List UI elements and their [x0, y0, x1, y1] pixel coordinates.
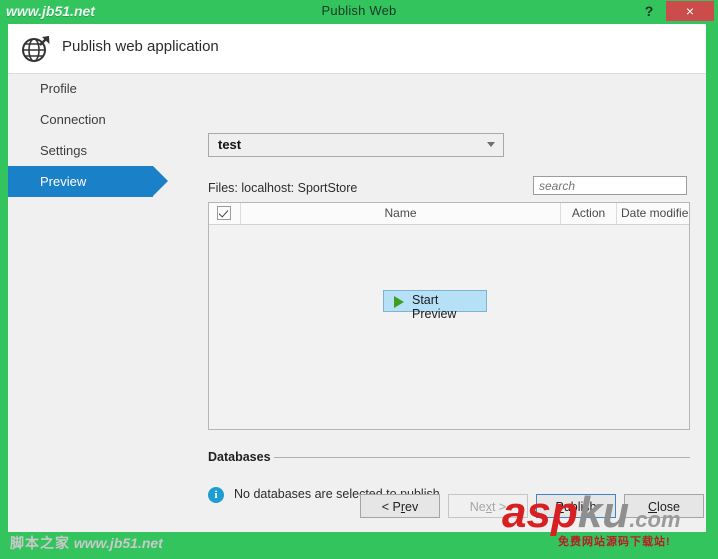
watermark-bottom-left: 脚本之家 www.jb51.net	[10, 533, 163, 553]
search-input[interactable]	[533, 176, 687, 195]
sidebar-item-profile[interactable]: Profile	[8, 73, 194, 104]
prev-button-label: < P	[381, 500, 401, 514]
sidebar-item-preview[interactable]: Preview	[8, 166, 168, 197]
publish-button-accel: P	[555, 500, 564, 514]
files-label: Files: localhost: SportStore	[208, 181, 358, 195]
publish-web-dialog: Publish web application Profile Connecti…	[8, 24, 706, 532]
file-list-column-checkbox	[209, 203, 241, 224]
publish-button[interactable]: Publish	[536, 494, 616, 518]
prev-button[interactable]: < Prev	[360, 494, 440, 518]
chevron-down-icon	[487, 142, 495, 147]
sidebar-item-label: Settings	[40, 143, 87, 158]
file-list-panel: Name Action Date modifie Start Preview	[208, 202, 690, 430]
close-window-button[interactable]: ×	[666, 1, 714, 21]
sidebar-item-settings[interactable]: Settings	[8, 135, 194, 166]
databases-section-title: Databases	[208, 450, 271, 464]
start-preview-button[interactable]: Start Preview	[383, 290, 487, 321]
close-dialog-button[interactable]: Close	[624, 494, 704, 518]
next-button-label: Ne	[469, 500, 486, 514]
sidebar-item-label: Profile	[40, 81, 77, 96]
file-list-column-date-modified[interactable]: Date modifie	[617, 203, 689, 224]
wizard-steps-sidebar: Profile Connection Settings Preview	[8, 73, 194, 197]
close-button-accel: C	[648, 500, 658, 514]
dialog-header-title: Publish web application	[62, 38, 219, 55]
start-preview-label: Start Preview	[412, 293, 457, 321]
sidebar-item-connection[interactable]: Connection	[8, 104, 194, 135]
profile-select[interactable]: test	[208, 133, 504, 157]
databases-section-divider	[274, 457, 690, 458]
next-button[interactable]: Next >	[448, 494, 528, 518]
publish-button-label: ublish	[563, 500, 597, 514]
profile-select-value: test	[218, 137, 242, 152]
watermark-aspku-subtitle: 免费网站源码下载站!	[558, 536, 671, 548]
next-button-label-tail: t >	[491, 500, 507, 514]
prev-button-label-tail: ev	[405, 500, 419, 514]
window-title: Publish Web	[321, 3, 397, 18]
select-all-checkbox[interactable]	[217, 206, 231, 220]
window-title-bar: www.jb51.net Publish Web ? ×	[0, 0, 718, 22]
dialog-footer: < Prev Next > Publish Close	[8, 486, 706, 532]
play-triangle-icon	[394, 296, 404, 308]
watermark-bottom-left-cn: 脚本之家	[10, 535, 70, 551]
file-list-column-action[interactable]: Action	[561, 203, 617, 224]
file-list-column-name[interactable]: Name	[241, 203, 561, 224]
file-list-header-row: Name Action Date modifie	[209, 203, 689, 225]
help-button[interactable]: ?	[638, 1, 660, 21]
dialog-header: Publish web application	[8, 24, 706, 74]
sidebar-item-label: Preview	[40, 174, 87, 189]
sidebar-item-label: Connection	[40, 112, 106, 127]
globe-publish-icon	[20, 33, 52, 65]
watermark-bottom-left-url: www.jb51.net	[73, 535, 163, 551]
close-button-label: lose	[657, 500, 680, 514]
